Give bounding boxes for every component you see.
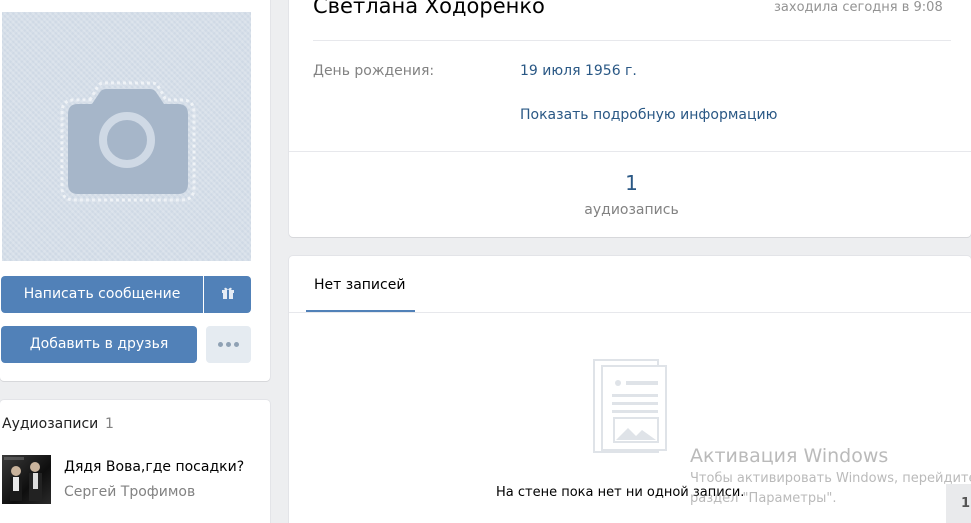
empty-wall-icon — [593, 359, 667, 453]
windows-activation-title: Активация Windows — [690, 445, 889, 467]
show-more-info-link[interactable]: Показать подробную информацию — [520, 107, 777, 123]
divider — [289, 151, 971, 152]
gift-icon — [221, 287, 234, 299]
audio-counter-number[interactable]: 1 — [580, 171, 683, 195]
last-seen-status: заходила сегодня в 9:08 — [774, 0, 943, 15]
audio-cover[interactable] — [2, 455, 51, 504]
audio-block-count: 1 — [105, 416, 114, 432]
divider — [313, 40, 951, 41]
audio-block-title[interactable]: Аудиозаписи — [2, 416, 98, 432]
more-actions-button[interactable] — [206, 326, 251, 363]
add-friend-button[interactable]: Добавить в друзья — [1, 326, 197, 363]
profile-name: Светлана Ходоренко — [313, 0, 545, 18]
album-cover-image — [4, 457, 42, 501]
audio-track-artist[interactable]: Сергей Трофимов — [64, 484, 195, 500]
windows-activation-line2: раздел "Параметры". — [690, 491, 837, 506]
birthday-value[interactable]: 19 июля 1956 г. — [520, 63, 637, 79]
send-gift-button[interactable] — [204, 276, 251, 313]
birthday-label: День рождения: — [313, 63, 435, 79]
windows-activation-line1: Чтобы активировать Windows, перейдите — [690, 471, 971, 486]
tab-no-posts[interactable]: Нет записей — [314, 277, 405, 293]
audio-track-title[interactable]: Дядя Вова,где посадки? — [64, 459, 244, 475]
profile-photo[interactable] — [2, 12, 251, 261]
divider — [289, 312, 971, 313]
audio-counter-label[interactable]: аудиозапись — [570, 202, 693, 218]
camera-icon — [60, 81, 196, 202]
corner-widget[interactable]: 1 — [946, 484, 971, 523]
send-message-button[interactable]: Написать сообщение — [1, 276, 203, 313]
